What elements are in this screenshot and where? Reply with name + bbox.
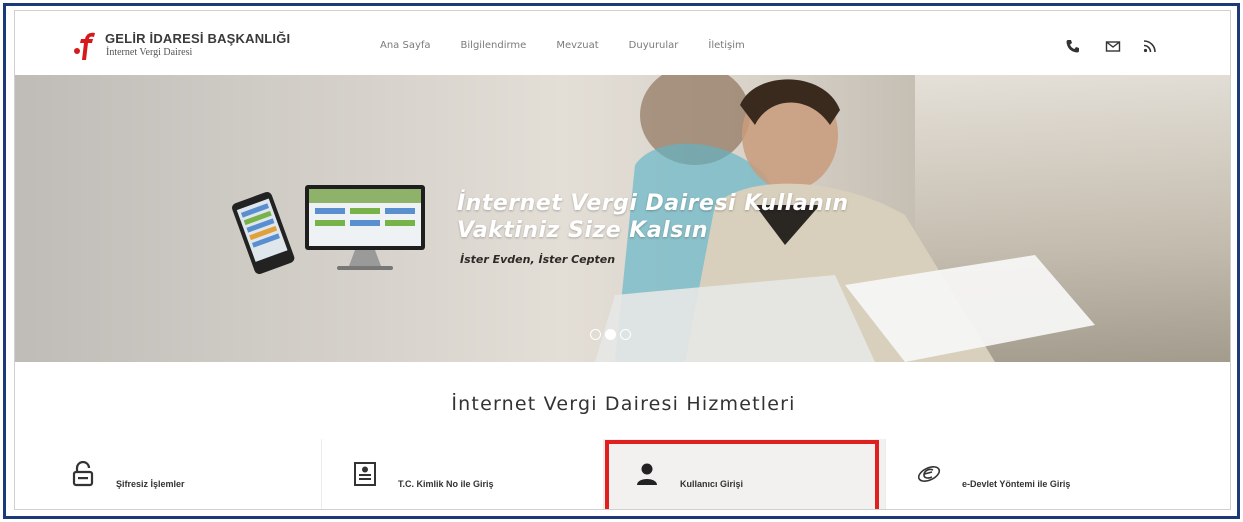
service-label: e-Devlet Yöntemi ile Giriş xyxy=(962,479,1071,489)
site-header: GELİR İDARESİ BAŞKANLIĞI İnternet Vergi … xyxy=(15,11,1230,75)
brand-subtitle: İnternet Vergi Dairesi xyxy=(106,47,193,58)
slider-dot-2[interactable] xyxy=(605,329,616,340)
brand-title[interactable]: GELİR İDARESİ BAŞKANLIĞI xyxy=(105,31,290,46)
devices-illustration xyxy=(232,185,425,275)
gib-logo-icon[interactable] xyxy=(70,31,100,61)
services-list: Şifresiz İşlemler T.C. Kimlik No ile Gir… xyxy=(40,439,1170,509)
screenshot-frame: GELİR İDARESİ BAŞKANLIĞI İnternet Vergi … xyxy=(3,3,1240,519)
nav-info[interactable]: Bilgilendirme xyxy=(461,40,527,51)
nav-legislation[interactable]: Mevzuat xyxy=(556,40,598,51)
slider-dots xyxy=(590,329,631,340)
services-title: İnternet Vergi Dairesi Hizmetleri xyxy=(451,393,796,415)
main-nav: Ana Sayfa Bilgilendirme Mevzuat Duyurula… xyxy=(380,40,775,51)
service-e-devlet-login[interactable]: e-Devlet Yöntemi ile Giriş xyxy=(886,439,1168,509)
service-label: T.C. Kimlik No ile Giriş xyxy=(398,479,494,489)
page: GELİR İDARESİ BAŞKANLIĞI İnternet Vergi … xyxy=(14,10,1231,510)
mail-icon[interactable] xyxy=(1105,38,1121,54)
nav-contact[interactable]: İletişim xyxy=(708,40,744,51)
phone-icon[interactable] xyxy=(1065,38,1081,54)
slider-dot-1[interactable] xyxy=(590,329,601,340)
nav-home[interactable]: Ana Sayfa xyxy=(380,40,431,51)
unlock-icon xyxy=(72,461,94,487)
service-user-login[interactable]: Kullanıcı Girişi xyxy=(604,439,886,509)
hero-title-line2: Vaktiniz Size Kalsın xyxy=(457,218,709,243)
service-label: Kullanıcı Girişi xyxy=(680,479,744,489)
e-devlet-icon xyxy=(917,466,941,482)
service-passwordless[interactable]: Şifresiz İşlemler xyxy=(40,439,322,509)
hero-banner[interactable]: İnternet Vergi Dairesi Kullanın Vaktiniz… xyxy=(15,75,1230,362)
service-tc-kimlik-login[interactable]: T.C. Kimlik No ile Giriş xyxy=(322,439,604,509)
user-icon xyxy=(637,463,657,485)
service-label: Şifresiz İşlemler xyxy=(116,479,185,489)
slider-dot-3[interactable] xyxy=(620,329,631,340)
id-card-icon xyxy=(354,462,376,486)
nav-announcements[interactable]: Duyurular xyxy=(629,40,679,51)
hero-title-line1: İnternet Vergi Dairesi Kullanın xyxy=(457,191,849,216)
hero-subtitle: İster Evden, İster Cepten xyxy=(460,253,616,266)
rss-icon[interactable] xyxy=(1142,38,1158,54)
